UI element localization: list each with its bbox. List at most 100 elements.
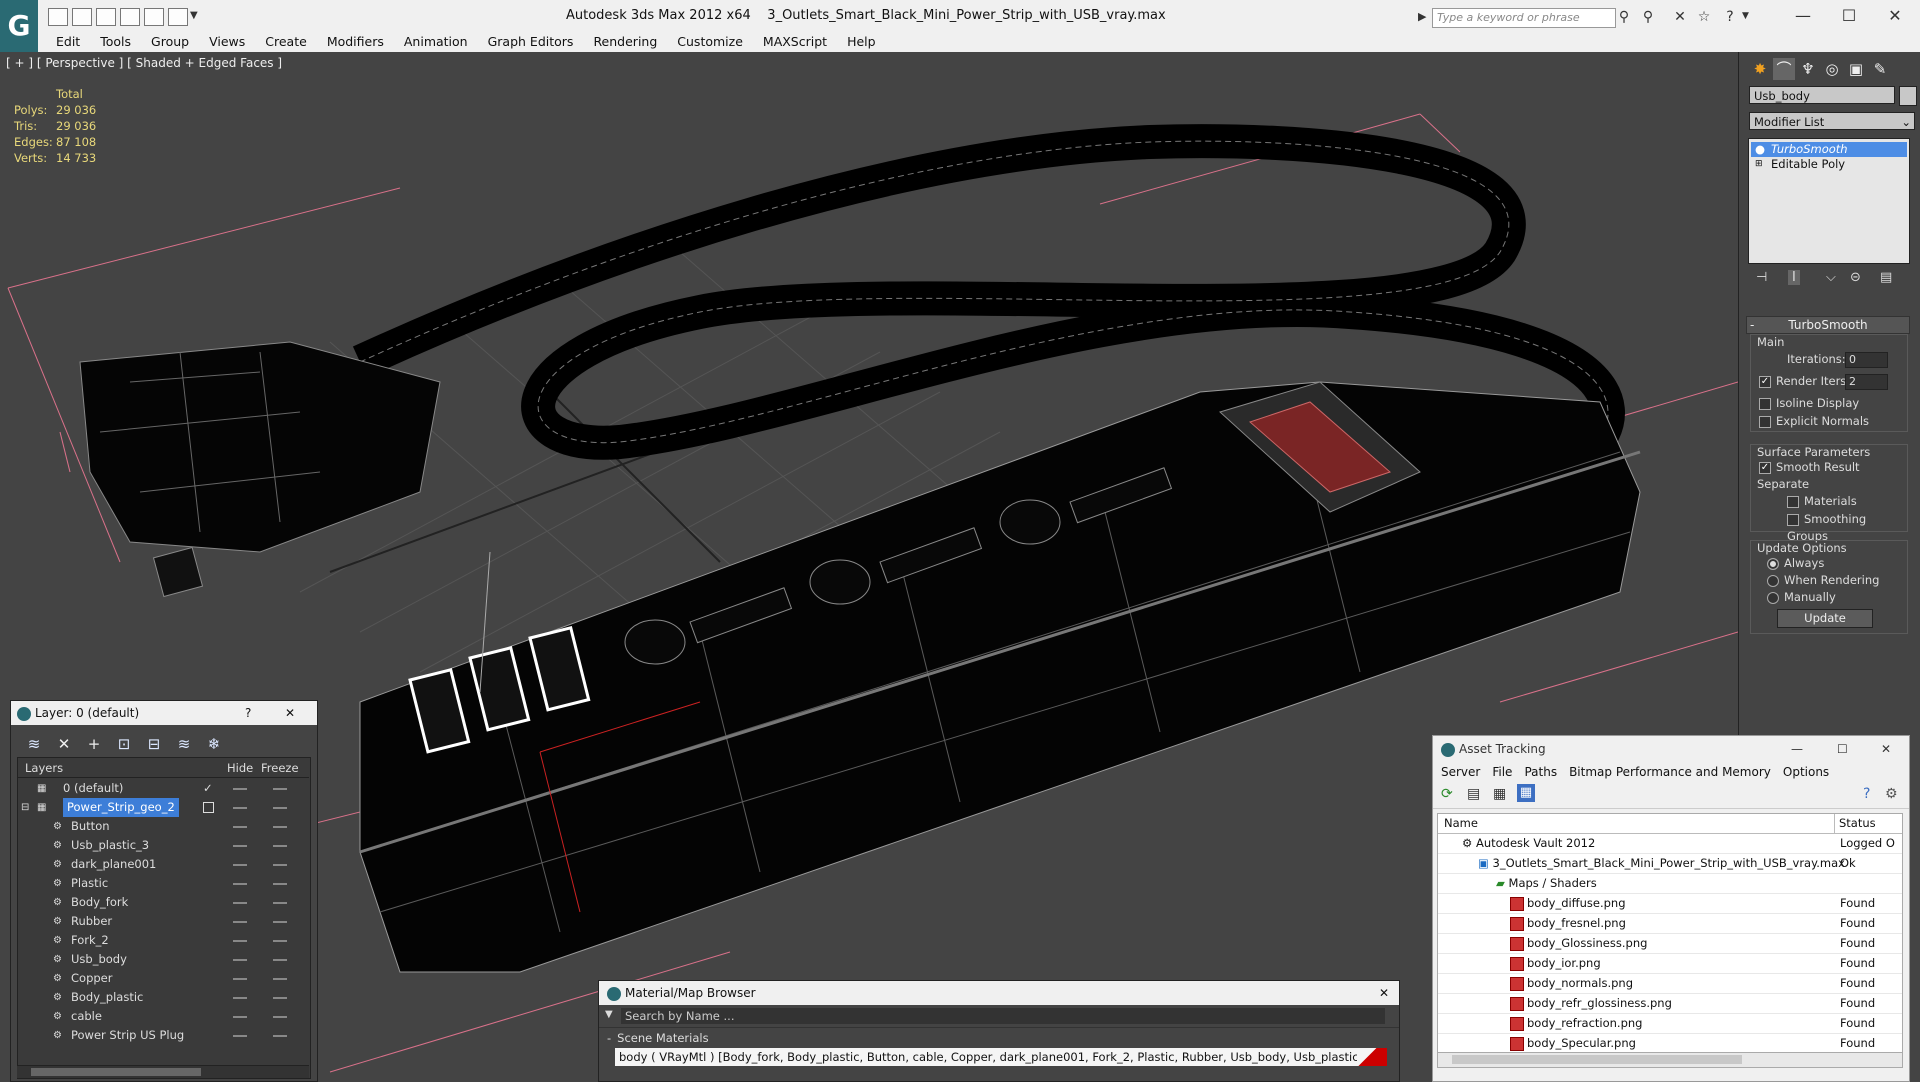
asset-menu-options[interactable]: Options [1777, 762, 1835, 782]
layer-object-row[interactable]: ⚙ dark_plane001 [19, 855, 309, 874]
copy-icon[interactable] [120, 8, 140, 26]
window-icon[interactable] [144, 8, 164, 26]
close-icon[interactable]: ✕ [1872, 2, 1918, 30]
freeze-toggle[interactable] [273, 940, 287, 942]
hide-toggle[interactable] [233, 1035, 247, 1037]
stack-item-turbosmooth[interactable]: ● TurboSmooth [1751, 142, 1907, 157]
asset-menu-bitmap-performance[interactable]: Bitmap Performance and Memory [1563, 762, 1777, 782]
save-file-icon[interactable] [72, 8, 92, 26]
asset-row-max-file[interactable]: ▣ 3_Outlets_Smart_Black_Mini_Power_Strip… [1438, 854, 1902, 874]
hierarchy-tab-icon[interactable]: ♆ [1797, 58, 1819, 80]
help-icon[interactable]: ? [1722, 9, 1738, 25]
menu-maxscript[interactable]: MAXScript [753, 32, 837, 52]
freeze-toggle[interactable] [273, 1016, 287, 1018]
always-radio[interactable]: Always [1767, 555, 1824, 572]
collapse-icon[interactable]: - [607, 1031, 611, 1045]
menu-animation[interactable]: Animation [394, 32, 478, 52]
expand-search-icon[interactable]: ▶ [1418, 10, 1426, 23]
menu-group[interactable]: Group [141, 32, 199, 52]
asset-row-map[interactable]: body_refraction.png Found [1438, 1014, 1902, 1034]
select-objects-icon[interactable]: ⊡ [115, 735, 133, 753]
browser-options-icon[interactable]: ▼ [605, 1009, 613, 1020]
help-dropdown-icon[interactable]: ▼ [1742, 11, 1749, 21]
iterations-spinner[interactable]: 0 [1845, 352, 1888, 368]
layer-object-row[interactable]: ⚙ Plastic [19, 874, 309, 893]
asset-row-map[interactable]: body_ior.png Found [1438, 954, 1902, 974]
scrollbar-thumb[interactable] [31, 1068, 201, 1076]
quick-access-dropdown-icon[interactable]: ▼ [190, 10, 198, 21]
settings-icon[interactable]: ⚙ [1885, 786, 1898, 802]
manually-radio[interactable]: Manually [1767, 589, 1836, 606]
layer-object-row[interactable]: ⚙ cable [19, 1007, 309, 1026]
menu-help[interactable]: Help [837, 32, 886, 52]
subscription-icon[interactable]: ✕ [1672, 9, 1688, 25]
layer-object-row[interactable]: ⚙ Body_fork [19, 893, 309, 912]
hide-toggle[interactable] [233, 940, 247, 942]
app-logo-icon[interactable]: G [0, 0, 38, 52]
freeze-toggle[interactable] [273, 864, 287, 866]
new-scene-icon[interactable] [96, 8, 116, 26]
asset-row-map[interactable]: body_refr_glossiness.png Found [1438, 994, 1902, 1014]
hide-toggle[interactable] [233, 788, 247, 790]
freeze-all-layers-icon[interactable]: ❄ [205, 735, 223, 753]
table-view-icon[interactable]: ▦ [1517, 784, 1535, 802]
object-color-swatch[interactable] [1899, 86, 1917, 106]
hide-toggle[interactable] [233, 1016, 247, 1018]
col-status[interactable]: Status [1834, 814, 1876, 833]
maximize-icon[interactable]: ☐ [1826, 2, 1872, 30]
asset-row-maps-folder[interactable]: ▰ Maps / Shaders [1438, 874, 1902, 894]
display-tab-icon[interactable]: ▣ [1845, 58, 1867, 80]
col-hide[interactable]: Hide [227, 759, 253, 777]
remove-modifier-icon[interactable]: ⊝ [1850, 270, 1861, 285]
menu-customize[interactable]: Customize [667, 32, 753, 52]
layer-row-default[interactable]: ▦ 0 (default) ✓ [19, 779, 309, 798]
material-entry-body[interactable]: body ( VRayMtl ) [Body_fork, Body_plasti… [615, 1048, 1387, 1066]
show-end-result-icon[interactable]: Ⅰ [1788, 270, 1800, 285]
col-layers[interactable]: Layers [25, 759, 63, 777]
help-search-input[interactable]: Type a keyword or phrase [1432, 8, 1616, 28]
freeze-toggle[interactable] [273, 826, 287, 828]
list-view-icon[interactable]: ▤ [1467, 786, 1480, 802]
col-freeze[interactable]: Freeze [261, 759, 299, 777]
rollout-title[interactable]: - TurboSmooth [1746, 316, 1910, 334]
make-unique-icon[interactable]: ⌵ [1826, 270, 1836, 285]
hide-all-layers-icon[interactable]: ≋ [175, 735, 193, 753]
highlight-layer-icon[interactable]: ⊟ [145, 735, 163, 753]
freeze-toggle[interactable] [273, 959, 287, 961]
asset-menu-paths[interactable]: Paths [1518, 762, 1563, 782]
asset-row-map[interactable]: body_Specular.png Found [1438, 1034, 1902, 1054]
freeze-toggle[interactable] [273, 807, 287, 809]
hide-toggle[interactable] [233, 959, 247, 961]
help-icon[interactable]: ? [245, 701, 251, 725]
create-layer-icon[interactable]: ≋ [25, 735, 43, 753]
hide-toggle[interactable] [233, 883, 247, 885]
isoline-display-checkbox[interactable]: Isoline Display [1759, 395, 1859, 412]
modifier-list-dropdown[interactable]: Modifier List ⌄ [1749, 112, 1915, 130]
hide-toggle[interactable] [233, 845, 247, 847]
hide-toggle[interactable] [233, 826, 247, 828]
freeze-toggle[interactable] [273, 902, 287, 904]
create-tab-icon[interactable]: ✸ [1749, 58, 1771, 80]
stack-item-editable-poly[interactable]: ⊞ Editable Poly [1751, 157, 1907, 172]
collapse-icon[interactable]: ⊟ [21, 798, 29, 817]
asset-menu-file[interactable]: File [1486, 762, 1518, 782]
layer-object-row[interactable]: ⚙ Usb_plastic_3 [19, 836, 309, 855]
freeze-toggle[interactable] [273, 921, 287, 923]
modify-tab-icon[interactable]: ⌒ [1773, 58, 1795, 80]
menu-create[interactable]: Create [255, 32, 317, 52]
layer-row-power-strip-geo-2[interactable]: ⊟ ▦ Power_Strip_geo_2 [19, 798, 309, 817]
motion-tab-icon[interactable]: ◎ [1821, 58, 1843, 80]
asset-window-header[interactable]: Asset Tracking — ☐ ✕ [1433, 736, 1909, 762]
menu-modifiers[interactable]: Modifiers [317, 32, 394, 52]
favorites-star-icon[interactable]: ☆ [1696, 9, 1712, 25]
minimize-icon[interactable]: — [1791, 736, 1803, 762]
tree-view-icon[interactable]: ▦ [1493, 786, 1506, 802]
maximize-icon[interactable]: ☐ [1837, 736, 1848, 762]
open-file-icon[interactable] [48, 8, 68, 26]
menu-tools[interactable]: Tools [90, 32, 141, 52]
col-name[interactable]: Name [1438, 816, 1478, 830]
help-icon[interactable]: ? [1863, 786, 1870, 802]
menu-views[interactable]: Views [199, 32, 255, 52]
smooth-result-checkbox[interactable]: ✓ Smooth Result [1759, 459, 1860, 476]
active-check-icon[interactable]: ✓ [203, 779, 213, 798]
